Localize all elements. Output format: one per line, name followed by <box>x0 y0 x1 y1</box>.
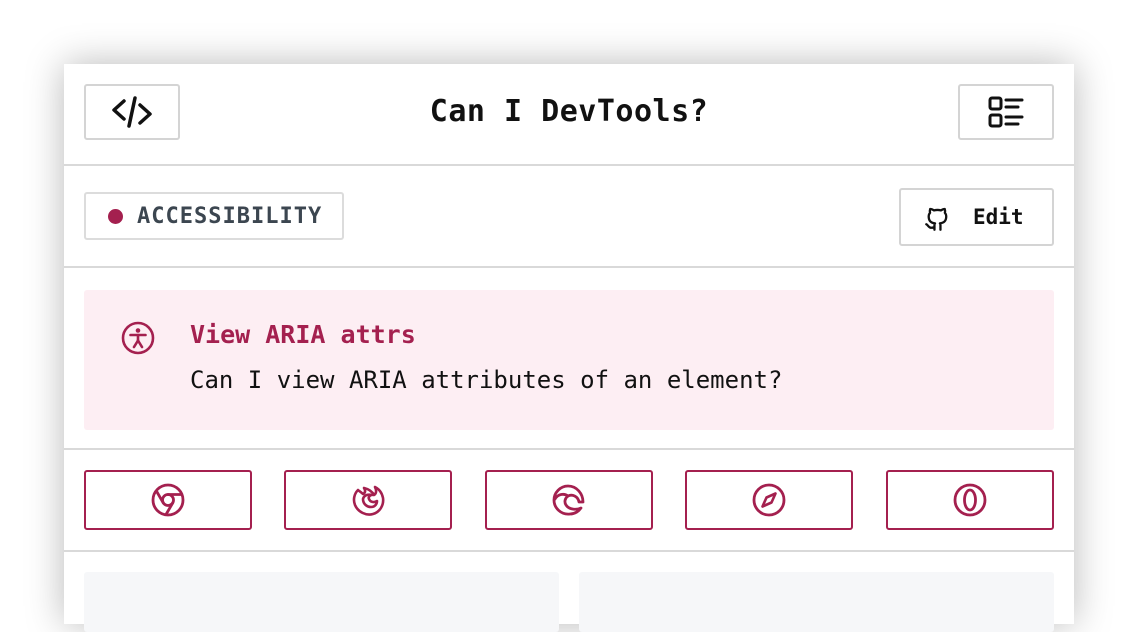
menu-button[interactable] <box>958 84 1054 140</box>
header: Can I DevTools? <box>64 64 1074 166</box>
browser-row <box>64 450 1074 552</box>
browser-button-opera[interactable] <box>886 470 1054 530</box>
feature-section: View ARIA attrs Can I view ARIA attribut… <box>64 268 1074 450</box>
list-icon <box>988 96 1024 128</box>
feature-callout: View ARIA attrs Can I view ARIA attribut… <box>84 290 1054 430</box>
support-panel-left <box>84 572 559 632</box>
github-icon <box>925 207 948 231</box>
browser-button-chrome[interactable] <box>84 470 252 530</box>
chrome-icon <box>151 483 185 517</box>
feature-description: Can I view ARIA attributes of an element… <box>190 366 783 394</box>
edit-label: Edit <box>973 205 1024 229</box>
meta-row: ACCESSIBILITY Edit <box>64 166 1074 268</box>
opera-icon <box>953 483 987 517</box>
browser-button-safari[interactable] <box>685 470 853 530</box>
edge-icon <box>552 484 585 516</box>
category-badge[interactable]: ACCESSIBILITY <box>84 192 345 240</box>
accessibility-icon <box>121 321 155 355</box>
feature-title: View ARIA attrs <box>190 320 416 349</box>
bottom-row <box>64 552 1074 632</box>
category-dot <box>108 208 123 224</box>
devtools-card: Can I DevTools? ACCESSIBILITY Edit View … <box>64 64 1074 632</box>
browser-button-edge[interactable] <box>485 470 653 530</box>
support-panel-right <box>579 572 1054 632</box>
edit-button[interactable]: Edit <box>899 188 1054 246</box>
browser-button-firefox[interactable] <box>284 470 452 530</box>
firefox-icon <box>352 485 385 516</box>
page-title: Can I DevTools? <box>429 94 709 129</box>
category-label: ACCESSIBILITY <box>137 203 323 229</box>
safari-icon <box>752 483 786 517</box>
